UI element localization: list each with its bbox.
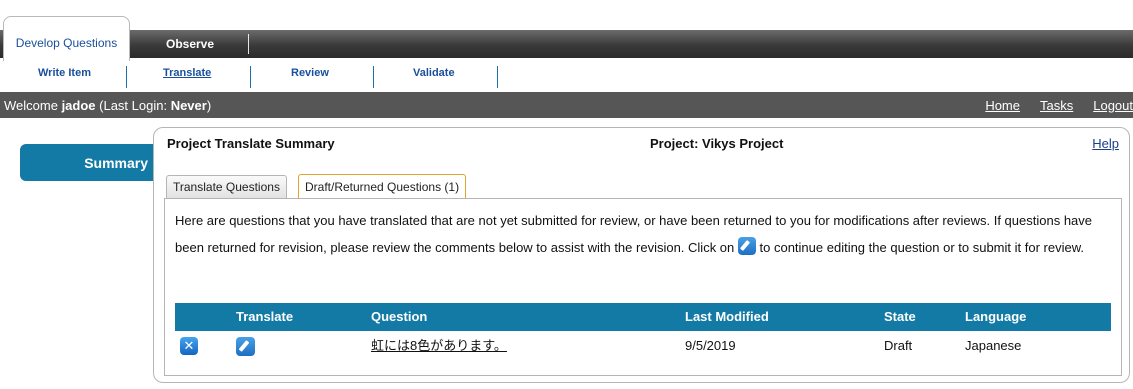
last-login-prefix: (Last Login: (95, 97, 171, 113)
project-summary-panel: Project Translate Summary Project: Vikys… (153, 127, 1130, 383)
column-header-question: Question (371, 309, 428, 324)
table-row: ✕ 虹には8色があります。 9/5/2019 Draft Japanese (175, 331, 1111, 361)
tab-content: Here are questions that you have transla… (164, 198, 1122, 376)
column-header-state: State (884, 309, 916, 324)
instructions-text: Here are questions that you have transla… (175, 207, 1110, 261)
panel-title: Project Translate Summary (167, 136, 335, 151)
last-login-suffix: ) (206, 97, 212, 113)
tab-observe[interactable]: Observe (150, 30, 250, 58)
edit-pencil-icon[interactable] (236, 337, 255, 356)
language-cell: Japanese (965, 338, 1022, 353)
subtab-divider (126, 66, 127, 88)
welcome-user: jadoe (61, 97, 96, 113)
question-link[interactable]: 虹には8色があります。 (371, 331, 507, 361)
edit-pencil-icon (737, 237, 756, 255)
logout-link[interactable]: Logout (1093, 98, 1133, 113)
last-modified-cell: 9/5/2019 (685, 338, 736, 353)
sub-tab-bar: Write Item Translate Review Validate (0, 61, 1133, 92)
tab-translate-questions[interactable]: Translate Questions (166, 175, 287, 198)
subtab-write-item[interactable]: Write Item (38, 67, 91, 79)
subtab-divider (497, 66, 498, 88)
project-name: Project: Vikys Project (650, 136, 784, 151)
welcome-prefix: Welcome (4, 97, 62, 113)
summary-button[interactable]: Summary (20, 144, 154, 181)
home-link[interactable]: Home (985, 98, 1020, 113)
welcome-bar: Welcome jadoe (Last Login: Never ) Home … (0, 92, 1133, 118)
subtab-translate[interactable]: Translate (163, 67, 211, 79)
tab-divider (248, 34, 249, 54)
subtab-validate[interactable]: Validate (413, 67, 455, 79)
state-cell: Draft (884, 338, 913, 353)
tab-develop-questions[interactable]: Develop Questions (3, 16, 130, 61)
column-header-last-modified: Last Modified (685, 309, 769, 324)
subtab-divider (373, 66, 374, 88)
top-nav-links: Home Tasks Logout (965, 92, 1133, 118)
instructions-part-2: to continue editing the question or to s… (759, 240, 1084, 255)
tab-draft-returned-questions[interactable]: Draft/Returned Questions (1) (298, 174, 467, 198)
table-header: Translate Question Last Modified State L… (175, 303, 1111, 331)
subtab-review[interactable]: Review (291, 67, 329, 79)
help-link[interactable]: Help (1092, 136, 1119, 151)
column-header-translate: Translate (236, 309, 294, 324)
column-header-language: Language (965, 309, 1027, 324)
delete-icon[interactable]: ✕ (180, 337, 198, 355)
subtab-divider (250, 66, 251, 88)
last-login-value: Never (170, 97, 207, 113)
tasks-link[interactable]: Tasks (1040, 98, 1073, 113)
top-tab-strip: Develop Questions Observe (0, 0, 1133, 63)
